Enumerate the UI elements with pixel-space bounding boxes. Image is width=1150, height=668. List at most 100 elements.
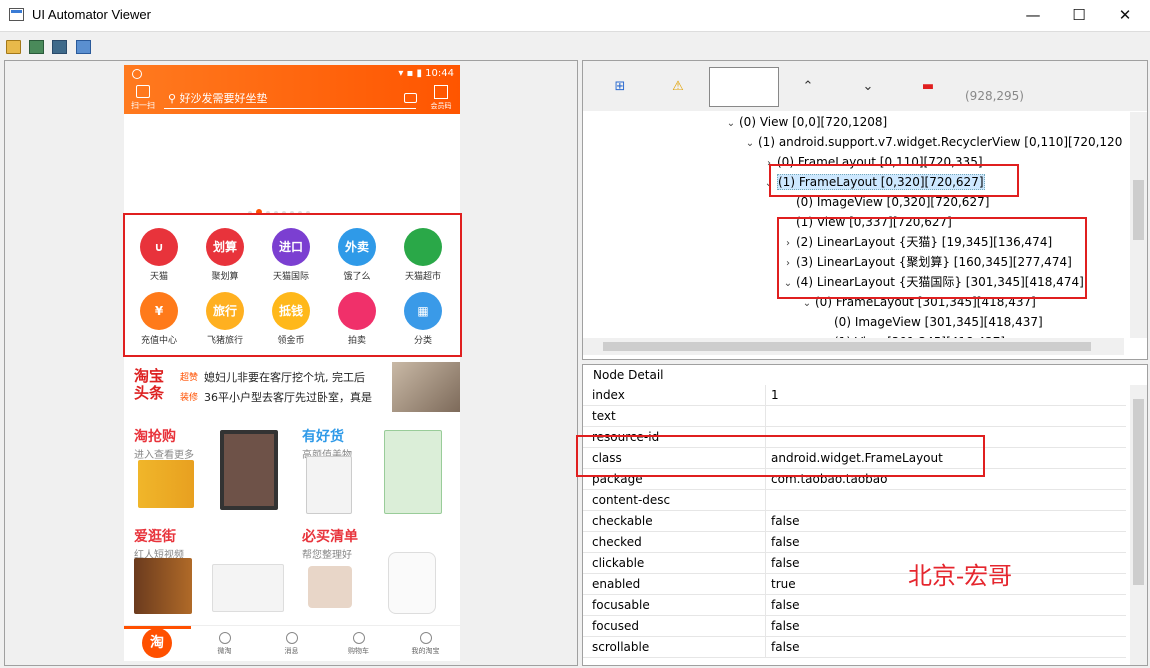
toolbar <box>0 33 1150 59</box>
scan-label: 扫一扫 <box>131 101 155 110</box>
tree-node[interactable]: ⌄ (1) android.support.v7.widget.RecyclerV… <box>742 132 1123 154</box>
status-time: 10:44 <box>425 68 454 79</box>
chevron-down-icon[interactable]: ⌄ <box>861 80 875 94</box>
expand-arrow-icon[interactable]: ⌄ <box>742 134 758 154</box>
warning-icon[interactable]: ⚠ <box>671 80 685 94</box>
detail-value: false <box>771 556 800 570</box>
save-icon[interactable] <box>76 40 91 54</box>
detail-vertical-scrollbar[interactable] <box>1130 385 1147 665</box>
detail-value: false <box>771 535 800 549</box>
promo-cell[interactable]: 必买清单 帮您整理好 <box>292 518 460 618</box>
detail-key: checkable <box>592 514 653 528</box>
promo-cell[interactable]: 有好货 高颜值美物 <box>292 418 460 518</box>
maximize-button[interactable]: ☐ <box>1056 0 1102 31</box>
detail-value: false <box>771 598 800 612</box>
detail-value: false <box>771 619 800 633</box>
tab-weitao[interactable]: 微淘 <box>191 626 258 661</box>
detail-value: false <box>771 514 800 528</box>
search-placeholder: 好沙发需要好坐垫 <box>179 92 268 105</box>
device-screenshot-icon[interactable] <box>29 40 44 54</box>
detail-row[interactable]: scrollable false <box>583 637 1126 658</box>
detail-key: focused <box>592 619 640 633</box>
tab-home[interactable]: 淘 <box>124 626 191 661</box>
detail-key: index <box>592 388 625 402</box>
promo-cell[interactable]: 爱逛街 红人短视频 <box>124 518 292 618</box>
qrcode-icon <box>434 85 448 99</box>
selection-highlight-box <box>576 435 985 477</box>
detail-key: enabled <box>592 577 641 591</box>
tree-node[interactable]: ⌄ (0) View [0,0][720,1208] <box>723 112 887 132</box>
expand-arrow-icon[interactable]: ⌄ <box>723 114 739 134</box>
expand-all-icon[interactable]: ⊞ <box>613 80 627 94</box>
banner[interactable] <box>124 114 460 214</box>
app-icon <box>9 8 24 21</box>
search-input[interactable]: ⚲ 好沙发需要好坐垫 <box>164 89 416 109</box>
headline-text: 36平小户型去客厅先过卧室，真是 <box>204 391 372 404</box>
selection-highlight-box <box>123 213 462 357</box>
member-label: 会员码 <box>430 102 452 110</box>
bottom-tab-bar: 淘 微淘 消息 购物车 我的淘宝 <box>124 625 460 661</box>
detail-key: focusable <box>592 598 650 612</box>
toggle-naf-box[interactable] <box>709 67 779 107</box>
detail-key: scrollable <box>592 640 650 654</box>
camera-icon[interactable] <box>404 93 417 103</box>
headline-logo: 淘宝 头条 <box>134 367 165 402</box>
scan-icon <box>136 85 150 98</box>
detail-row[interactable]: text <box>583 406 1126 427</box>
headline-text: 媳妇儿非要在客厅挖个坑, 完工后 <box>204 371 365 384</box>
open-folder-icon[interactable] <box>6 40 21 54</box>
tree-view-panel: ⊞ ⚠ ⌃ ⌄ ▬ (928,295) ⌄ (0) View [0,0][720,… <box>582 60 1148 360</box>
promo-grid: 淘抢购 进入查看更多 有好货 高颜值美物 爱逛街 红人短视频 必买清单 帮您整理… <box>124 418 460 618</box>
tree-node-label: (0) ImageView [301,345][418,437] <box>834 315 1043 329</box>
detail-row[interactable]: checkable false <box>583 511 1126 532</box>
tree-node-label: (0) ImageView [0,320][720,627] <box>796 195 990 209</box>
detail-key: checked <box>592 535 642 549</box>
node-detail-title: Node Detail <box>593 368 664 382</box>
headline-tag: 装修 <box>180 393 199 403</box>
tab-cart[interactable]: 购物车 <box>325 626 392 661</box>
detail-row[interactable]: content-desc <box>583 490 1126 511</box>
detail-row[interactable]: index 1 <box>583 385 1126 406</box>
status-bar: ▾ ▪ ▮ 10:44 <box>398 68 454 79</box>
device-screenshot[interactable]: ▾ ▪ ▮ 10:44 扫一扫 ⚲ 好沙发需要好坐垫 会员码 ∪ 天猫 划算 聚划算进… <box>124 65 460 661</box>
detail-row[interactable]: checked false <box>583 532 1126 553</box>
tree-toolbar: ⊞ ⚠ ⌃ ⌄ ▬ (928,295) <box>583 61 1147 111</box>
chevron-up-icon[interactable]: ⌃ <box>801 80 815 94</box>
device-screenshot-compressed-icon[interactable] <box>52 40 67 54</box>
detail-value: false <box>771 640 800 654</box>
node-detail-panel: Node Detail index 1 text resource-id class an… <box>582 364 1148 666</box>
remove-icon[interactable]: ▬ <box>921 80 935 94</box>
taobao-logo-icon <box>132 69 142 79</box>
tree-horizontal-scrollbar[interactable] <box>583 338 1124 355</box>
headline-tag: 超赞 <box>180 373 199 383</box>
member-code-button[interactable]: 会员码 <box>428 85 454 111</box>
selection-highlight-box <box>769 164 1019 197</box>
banner-indicator <box>248 204 314 215</box>
title-bar: UI Automator Viewer — ☐ ✕ <box>0 0 1150 32</box>
detail-row[interactable]: focusable false <box>583 595 1126 616</box>
detail-row[interactable]: focused false <box>583 616 1126 637</box>
detail-row[interactable]: clickable false <box>583 553 1126 574</box>
tab-messages[interactable]: 消息 <box>258 626 325 661</box>
promo-cell[interactable]: 淘抢购 进入查看更多 <box>124 418 292 518</box>
headline-image <box>392 362 460 412</box>
close-button[interactable]: ✕ <box>1102 0 1148 31</box>
detail-key: text <box>592 409 616 423</box>
window-title: UI Automator Viewer <box>32 7 151 22</box>
tab-my-taobao[interactable]: 我的淘宝 <box>392 626 459 661</box>
taobao-headline[interactable]: 淘宝 头条 超赞 媳妇儿非要在客厅挖个坑, 完工后 装修 36平小户型去客厅先过卧… <box>124 362 460 412</box>
watermark: 北京-宏哥 <box>908 562 1013 590</box>
app-header: ▾ ▪ ▮ 10:44 扫一扫 ⚲ 好沙发需要好坐垫 会员码 <box>124 65 460 114</box>
tree-node[interactable]: (0) ImageView [301,345][418,437] <box>818 312 1043 332</box>
scan-button[interactable]: 扫一扫 <box>130 85 156 111</box>
tree-node-label: (1) android.support.v7.widget.RecyclerVi… <box>758 135 1123 149</box>
cursor-coords: (928,295) <box>965 89 1024 103</box>
detail-value: 1 <box>771 388 779 402</box>
minimize-button[interactable]: — <box>1010 0 1056 31</box>
detail-key: clickable <box>592 556 645 570</box>
detail-value: true <box>771 577 796 591</box>
selection-highlight-box <box>777 217 1087 299</box>
detail-key: content-desc <box>592 493 671 507</box>
detail-row[interactable]: enabled true <box>583 574 1126 595</box>
tree-vertical-scrollbar[interactable] <box>1130 112 1147 338</box>
